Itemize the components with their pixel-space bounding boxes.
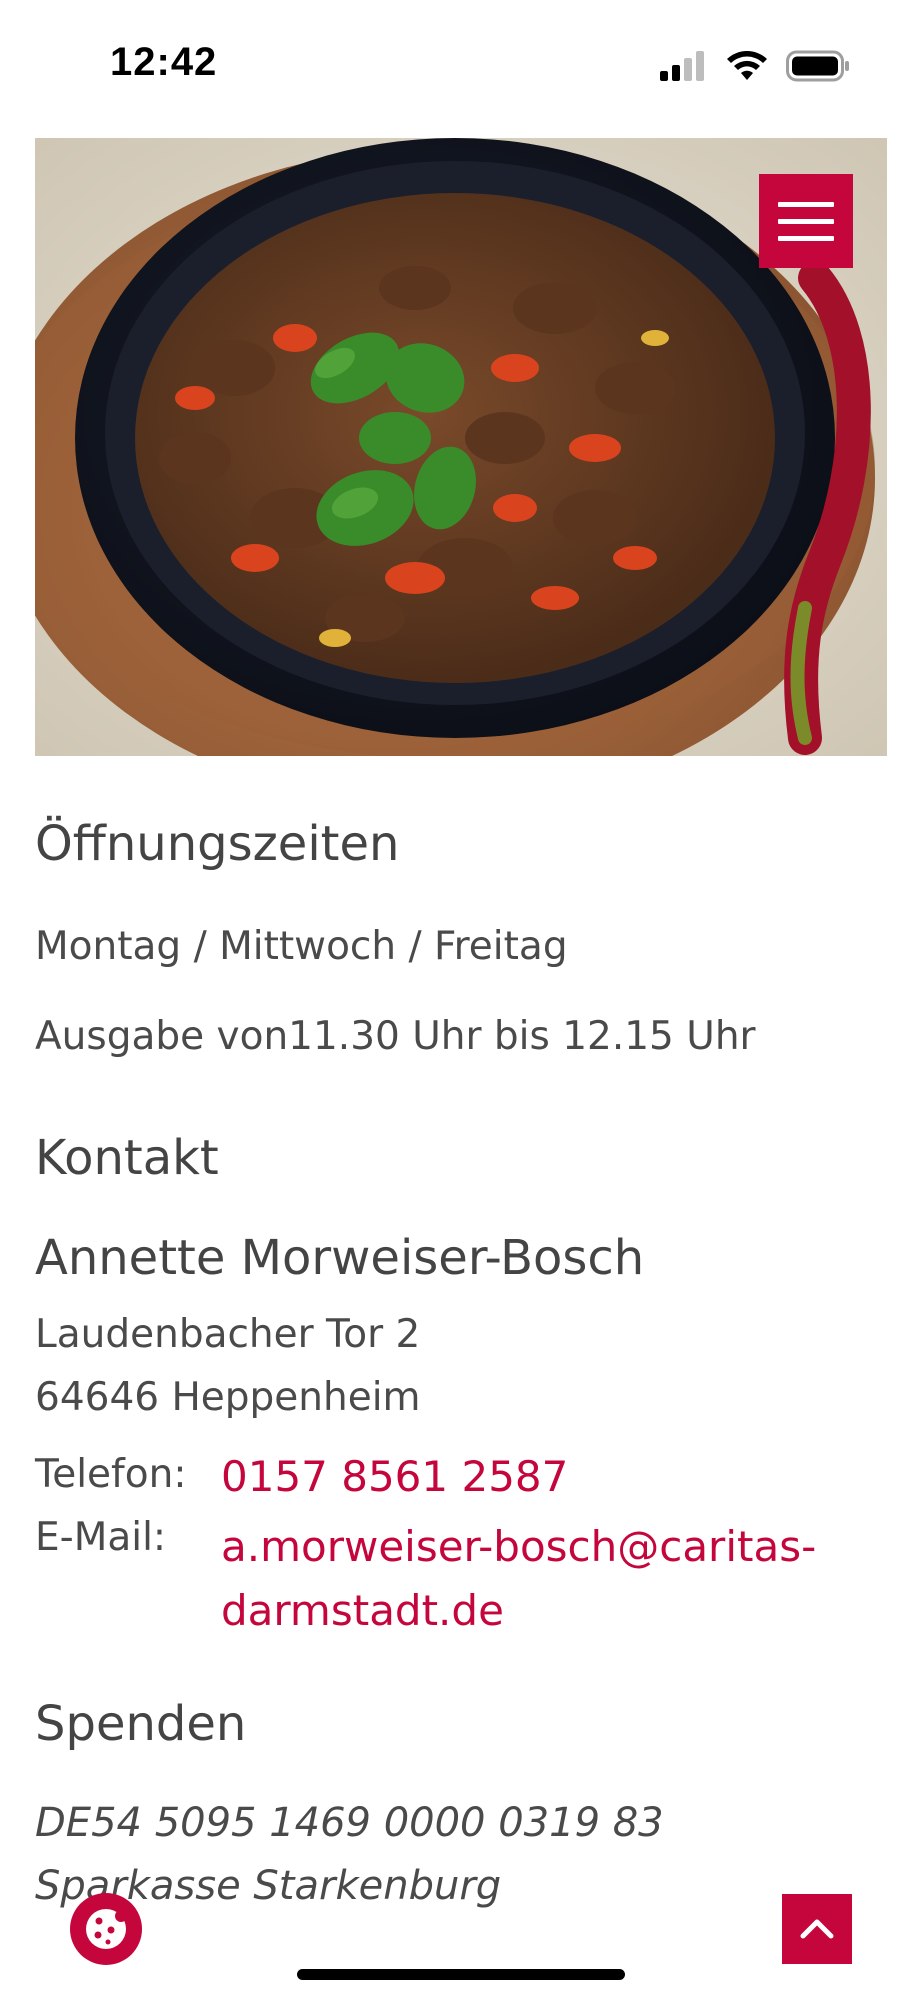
donations-title: Spenden bbox=[35, 1696, 247, 1752]
battery-icon bbox=[786, 50, 849, 82]
menu-button[interactable] bbox=[759, 174, 853, 268]
cookie-icon bbox=[86, 1909, 127, 1949]
cellular-signal-icon bbox=[660, 51, 704, 81]
status-bar: 12:42 bbox=[0, 0, 922, 130]
cookie-settings-button[interactable] bbox=[70, 1893, 142, 1965]
iban: DE54 5095 1469 0000 0319 83 bbox=[35, 1800, 664, 1846]
hamburger-menu-icon-bar bbox=[778, 235, 834, 241]
home-indicator bbox=[297, 1969, 625, 1980]
wifi-icon bbox=[727, 51, 767, 80]
contact-name: Annette Morweiser-Bosch bbox=[35, 1230, 645, 1286]
address-city: 64646 Heppenheim bbox=[35, 1375, 421, 1420]
chevron-up-icon bbox=[800, 1919, 834, 1939]
contact-title: Kontakt bbox=[35, 1130, 219, 1186]
status-time: 12:42 bbox=[110, 40, 218, 84]
opening-hours-title: Öffnungszeiten bbox=[35, 816, 400, 872]
email-label: E-Mail: bbox=[35, 1515, 167, 1560]
hamburger-menu-icon bbox=[778, 201, 834, 207]
opening-time: Ausgabe von11.30 Uhr bis 12.15 Uhr bbox=[35, 1014, 756, 1059]
scroll-to-top-button[interactable] bbox=[782, 1894, 852, 1964]
phone-link[interactable]: 0157 8561 2587 bbox=[221, 1452, 568, 1501]
address-street: Laudenbacher Tor 2 bbox=[35, 1312, 421, 1357]
status-icons bbox=[660, 50, 850, 82]
email-link[interactable]: a.morweiser-bosch@caritas-darmstadt.de bbox=[221, 1515, 861, 1643]
phone-label: Telefon: bbox=[35, 1452, 187, 1497]
hamburger-menu-icon-bar bbox=[778, 218, 834, 224]
opening-days: Montag / Mittwoch / Freitag bbox=[35, 924, 568, 969]
